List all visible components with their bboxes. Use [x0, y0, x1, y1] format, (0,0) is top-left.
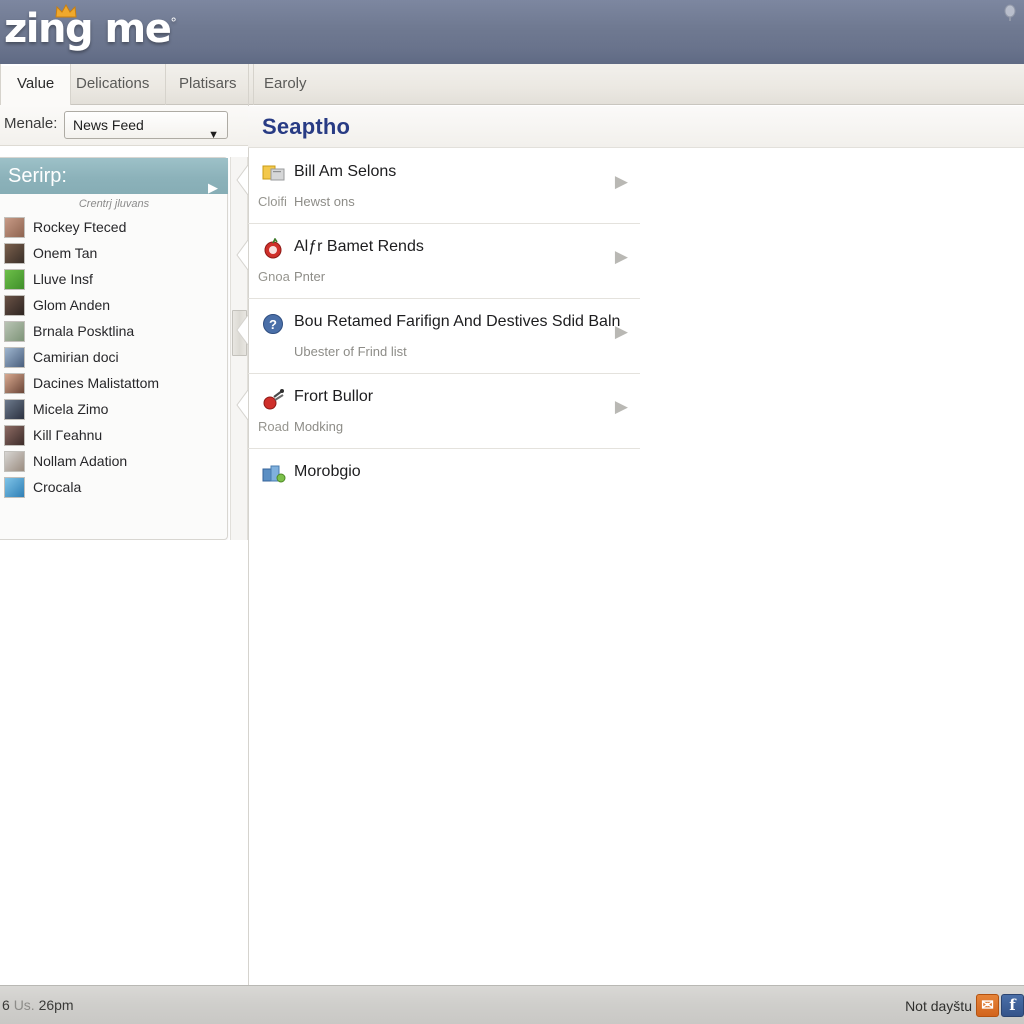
- feed-item[interactable]: Alƒr Bamet Rends Gnoa Pnter ▶: [236, 224, 640, 299]
- sidebar-header[interactable]: Serirp: ▶: [0, 158, 228, 195]
- avatar: [4, 268, 25, 290]
- svg-text:?: ?: [269, 317, 277, 332]
- facebook-icon[interactable]: f: [1001, 994, 1024, 1017]
- feed-list: Bill Am Selons Cloifi Hewst ons ▶ Alƒr Bamet…: [236, 149, 1024, 509]
- feed-item-subtitle: Pnter: [294, 269, 326, 284]
- avatar: [4, 398, 25, 420]
- feed-item-title: Morobgio: [294, 463, 361, 480]
- panel-notch-icon: [236, 390, 249, 420]
- chevron-right-icon[interactable]: ▶: [615, 172, 628, 192]
- chevron-down-icon: ▼: [208, 129, 219, 141]
- friend-name: Onem Tan: [33, 245, 98, 261]
- status-left-mid: Us.: [13, 997, 35, 1013]
- feed-header: Seaptho: [248, 106, 1024, 148]
- panel-notch-icon: [236, 240, 249, 270]
- chevron-right-icon[interactable]: ▶: [615, 397, 628, 417]
- avatar: [4, 372, 25, 394]
- feed-item-subtitle: Hewst ons: [294, 194, 355, 209]
- friend-name: Micela Zimo: [33, 401, 109, 417]
- contacts-icon[interactable]: ✉: [976, 994, 999, 1017]
- status-left-time: 26pm: [38, 997, 74, 1013]
- facebook-icon-glyph: f: [1009, 996, 1016, 1014]
- red-badge-icon: [264, 238, 282, 259]
- tab-earoly[interactable]: Earoly: [248, 64, 323, 105]
- feed-item[interactable]: ? Bou Retamed Farifign And Destives Sdid …: [236, 299, 640, 374]
- friend-list-item[interactable]: Glom Anden: [0, 292, 228, 318]
- brand-logo[interactable]: zing me°: [4, 6, 177, 52]
- avatar: [4, 450, 25, 472]
- feed-item-title: Frort Bullor: [294, 388, 374, 405]
- feed-item[interactable]: Bill Am Selons Cloifi Hewst ons ▶: [236, 149, 640, 224]
- panel-notch-icon: [236, 315, 249, 345]
- chevron-right-icon[interactable]: ▶: [615, 247, 628, 267]
- feed-item[interactable]: Frort Bullor Road Modking ▶: [236, 374, 640, 449]
- contacts-icon-glyph: ✉: [981, 996, 994, 1014]
- avatar: [4, 476, 25, 498]
- avatar: [4, 320, 25, 342]
- friend-list-item[interactable]: Rockey Fteced: [0, 214, 228, 240]
- friend-list-item[interactable]: Lluve Insf: [0, 266, 228, 292]
- friend-list-item[interactable]: Onem Tan: [0, 240, 228, 266]
- feed-item-subtitle: Ubester of Frind list: [294, 344, 407, 359]
- friend-list-item[interactable]: Kill Γeahnu: [0, 422, 228, 448]
- avatar: [4, 242, 25, 264]
- feed-item-title: Bill Am Selons: [294, 163, 397, 180]
- tab-platisars[interactable]: Platisars: [163, 64, 254, 105]
- feed-item-subtitle: Modking: [294, 419, 344, 434]
- friend-name: Camirian doci: [33, 349, 119, 365]
- friend-name: Glom Anden: [33, 297, 111, 313]
- help-question-icon: ?: [263, 314, 283, 334]
- avatar: [4, 424, 25, 446]
- status-right-text: Not dayštu: [905, 998, 972, 1014]
- feed-item-prefix: Gnoa: [258, 269, 290, 284]
- friend-name: Lluve Insf: [33, 271, 93, 287]
- feed-item-title: Alƒr Bamet Rends: [294, 238, 424, 255]
- sidebar-panel: Serirp: ▶ Crentrj jluvans Rockey Fteced O…: [0, 157, 228, 540]
- menale-label: Menale:: [4, 115, 58, 132]
- status-left: 6 Us. 26pm: [2, 997, 74, 1013]
- tab-divider: [248, 64, 249, 105]
- feed-title: Seaptho: [262, 114, 351, 139]
- chevron-right-icon[interactable]: ▶: [615, 322, 628, 342]
- brand-registered-mark: °: [170, 16, 177, 32]
- friend-name: Kill Γeahnu: [33, 427, 103, 443]
- brand-logo-text: zing me: [4, 6, 172, 52]
- friend-list-item[interactable]: Camirian doci: [0, 344, 228, 370]
- sidebar-empty-area: [0, 540, 248, 985]
- friend-name: Crocala: [33, 479, 82, 495]
- friend-list-item[interactable]: Dacines Malistattom: [0, 370, 228, 396]
- friend-list-item[interactable]: Nollam Adation: [0, 448, 228, 474]
- badge-icon[interactable]: [1002, 4, 1018, 22]
- feed-item[interactable]: Morobgio: [248, 449, 640, 509]
- friend-list-item[interactable]: Crocala: [0, 474, 228, 500]
- sidebar-header-title: Serirp:: [8, 165, 67, 187]
- newsfeed-select[interactable]: News Feed ▼: [64, 111, 228, 141]
- friend-name: Nollam Adation: [33, 453, 128, 469]
- panel-notch-icon: [236, 165, 249, 195]
- folder-note-icon: [262, 165, 285, 181]
- blue-blocks-icon: [262, 465, 286, 483]
- friend-name: Brnala Posktlina: [33, 323, 135, 339]
- feed-item-prefix: Cloifi: [258, 194, 287, 209]
- friend-name: Rockey Fteced: [33, 219, 127, 235]
- red-tools-icon: [263, 389, 284, 410]
- friend-list-item[interactable]: Micela Zimo: [0, 396, 228, 422]
- avatar: [4, 294, 25, 316]
- brand-header: zing me°: [0, 0, 1024, 64]
- avatar: [4, 346, 25, 368]
- status-bar: 6 Us. 26pm Not dayštu ✉ f: [0, 985, 1024, 1024]
- friend-name: Dacines Malistattom: [33, 375, 160, 391]
- sidebar-subtitle: Crentrj jluvans: [78, 198, 150, 210]
- friend-list-item[interactable]: Brnala Posktlina: [0, 318, 228, 344]
- status-left-num: 6: [2, 997, 10, 1013]
- newsfeed-select-value: News Feed: [73, 117, 144, 133]
- feed-item-prefix: Road: [258, 419, 290, 434]
- feed-item-title: Bou Retamed Farifign And Destives Sdid B…: [294, 313, 621, 330]
- friend-list: Rockey Fteced Onem Tan Lluve Insf Glom Ande…: [0, 214, 228, 500]
- tab-delications[interactable]: Delications: [60, 64, 167, 105]
- avatar: [4, 216, 25, 238]
- tab-strip: Value Delications Platisars Earoly Inpk:…: [0, 64, 1024, 161]
